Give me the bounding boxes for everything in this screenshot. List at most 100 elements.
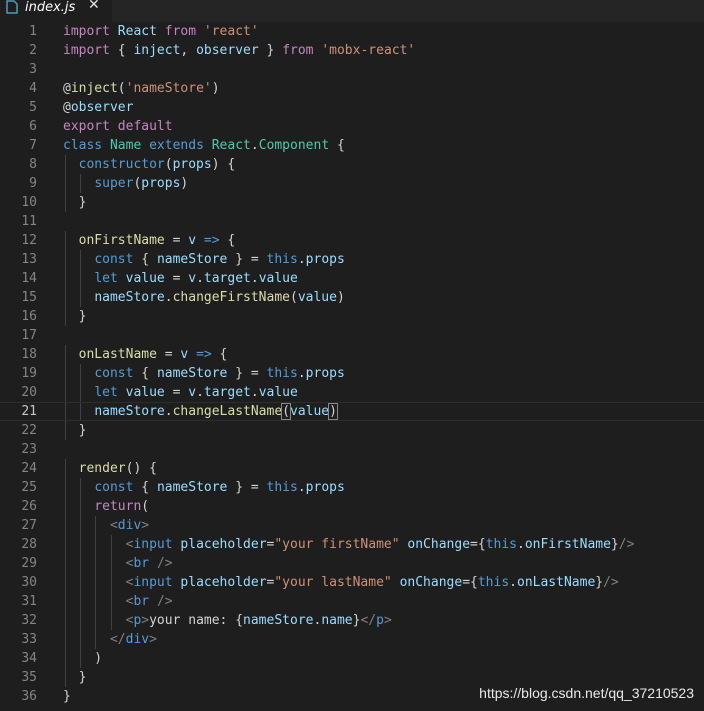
line-number: 32 — [21, 613, 37, 628]
line-number: 14 — [21, 271, 37, 286]
code-text: onFirstName = v => { — [78, 233, 236, 248]
watermark: https://blog.csdn.net/qq_37210523 — [479, 685, 694, 701]
line-number: 27 — [21, 518, 37, 533]
code-text: return( — [94, 499, 150, 514]
line-number: 21 — [21, 404, 37, 419]
code-text: import React from 'react' — [63, 24, 259, 39]
line-number: 18 — [21, 347, 37, 362]
line-number: 20 — [21, 385, 37, 400]
code-text: <div> — [109, 518, 150, 533]
line-number: 11 — [21, 214, 37, 229]
tab-filename: index.js — [25, 0, 76, 15]
code-line[interactable]: 31 <br /> — [0, 592, 704, 611]
code-line[interactable]: 32 <p>your name: {nameStore.name}</p> — [0, 611, 704, 630]
code-line[interactable]: 25 const { nameStore } = this.props — [0, 478, 704, 497]
code-line[interactable]: 2 import { inject, observer } from 'mobx-… — [0, 41, 704, 60]
code-text: <br /> — [125, 594, 173, 609]
line-number: 17 — [21, 328, 37, 343]
code-text: @inject('nameStore') — [63, 81, 220, 96]
tab-index-js[interactable]: index.js ✕ — [0, 0, 112, 22]
code-line[interactable]: 5 @observer — [0, 98, 704, 117]
line-number: 6 — [29, 119, 37, 134]
code-line[interactable]: 23 — [0, 440, 704, 459]
code-text: let value = v.target.value — [94, 271, 298, 286]
code-text: } — [63, 423, 87, 438]
code-line[interactable]: 30 <input placeholder="your lastName" on… — [0, 573, 704, 592]
line-number: 35 — [21, 670, 37, 685]
line-number: 33 — [21, 632, 37, 647]
code-line[interactable]: 17 — [0, 326, 704, 345]
code-line[interactable]: 16 } — [0, 307, 704, 326]
code-line[interactable]: 4 @inject('nameStore') — [0, 79, 704, 98]
code-text: @observer — [63, 100, 134, 115]
code-text: } — [63, 195, 87, 210]
code-text: onLastName = v => { — [78, 347, 228, 362]
code-line[interactable]: 34 ) — [0, 649, 704, 668]
line-number: 5 — [29, 100, 37, 115]
code-text: ) — [63, 651, 103, 666]
code-line[interactable]: 20 let value = v.target.value — [0, 383, 704, 402]
code-line[interactable]: 7 class Name extends React.Component { — [0, 136, 704, 155]
code-text: let value = v.target.value — [94, 385, 298, 400]
code-line[interactable]: 9 super(props) — [0, 174, 704, 193]
code-line[interactable]: 1 import React from 'react' — [0, 22, 704, 41]
line-number: 13 — [21, 252, 37, 267]
code-text: const { nameStore } = this.props — [94, 252, 345, 267]
code-line[interactable]: 14 let value = v.target.value — [0, 269, 704, 288]
code-text: } — [63, 689, 71, 704]
code-line[interactable]: 33 </div> — [0, 630, 704, 649]
code-editor[interactable]: 1 import React from 'react' 2 import { inje… — [0, 22, 704, 711]
line-number: 3 — [29, 62, 37, 77]
line-number: 26 — [21, 499, 37, 514]
code-line[interactable]: 24 render() { — [0, 459, 704, 478]
line-number: 23 — [21, 442, 37, 457]
code-text: nameStore.changeLastName(value) — [94, 403, 338, 420]
code-line[interactable]: 15 nameStore.changeFirstName(value) — [0, 288, 704, 307]
line-number: 1 — [29, 24, 37, 39]
line-number: 29 — [21, 556, 37, 571]
code-line[interactable]: 27 <div> — [0, 516, 704, 535]
line-number: 34 — [21, 651, 37, 666]
code-text: nameStore.changeFirstName(value) — [94, 290, 345, 305]
code-line[interactable]: 28 <input placeholder="your firstName" o… — [0, 535, 704, 554]
code-text: const { nameStore } = this.props — [94, 480, 345, 495]
code-text: const { nameStore } = this.props — [94, 366, 345, 381]
code-text: <br /> — [125, 556, 173, 571]
line-number: 22 — [21, 423, 37, 438]
line-number: 15 — [21, 290, 37, 305]
line-number: 4 — [29, 81, 37, 96]
line-number: 12 — [21, 233, 37, 248]
line-number: 25 — [21, 480, 37, 495]
code-text: super(props) — [94, 176, 189, 191]
code-line[interactable]: 10 } — [0, 193, 704, 212]
code-line[interactable]: 3 — [0, 60, 704, 79]
code-text: export default — [63, 119, 173, 134]
code-text: import { inject, observer } from 'mobx-r… — [63, 43, 416, 58]
code-line[interactable]: 12 onFirstName = v => { — [0, 231, 704, 250]
code-line[interactable]: 26 return( — [0, 497, 704, 516]
code-line[interactable]: 11 — [0, 212, 704, 231]
code-line[interactable]: 18 onLastName = v => { — [0, 345, 704, 364]
line-number: 9 — [29, 176, 37, 191]
code-text: <p>your name: {nameStore.name}</p> — [125, 613, 392, 628]
code-text: class Name extends React.Component { — [63, 138, 345, 153]
line-number: 2 — [29, 43, 37, 58]
code-text: render() { — [78, 461, 157, 476]
line-number: 7 — [29, 138, 37, 153]
line-number: 8 — [29, 157, 37, 172]
close-icon[interactable]: ✕ — [88, 0, 100, 13]
line-number: 28 — [21, 537, 37, 552]
code-line[interactable]: 6 export default — [0, 117, 704, 136]
code-line[interactable]: 13 const { nameStore } = this.props — [0, 250, 704, 269]
code-line[interactable]: 8 constructor(props) { — [0, 155, 704, 174]
code-line[interactable]: 19 const { nameStore } = this.props — [0, 364, 704, 383]
code-line[interactable]: 22 } — [0, 421, 704, 440]
line-number: 19 — [21, 366, 37, 381]
code-text: <input placeholder="your lastName" onCha… — [125, 575, 619, 590]
code-text: } — [63, 670, 87, 685]
code-line[interactable]: 29 <br /> — [0, 554, 704, 573]
code-line[interactable]: 21 nameStore.changeLastName(value) — [0, 402, 704, 421]
code-text: constructor(props) { — [78, 157, 236, 172]
javascript-file-icon — [6, 0, 18, 14]
code-text: <input placeholder="your firstName" onCh… — [125, 537, 635, 552]
